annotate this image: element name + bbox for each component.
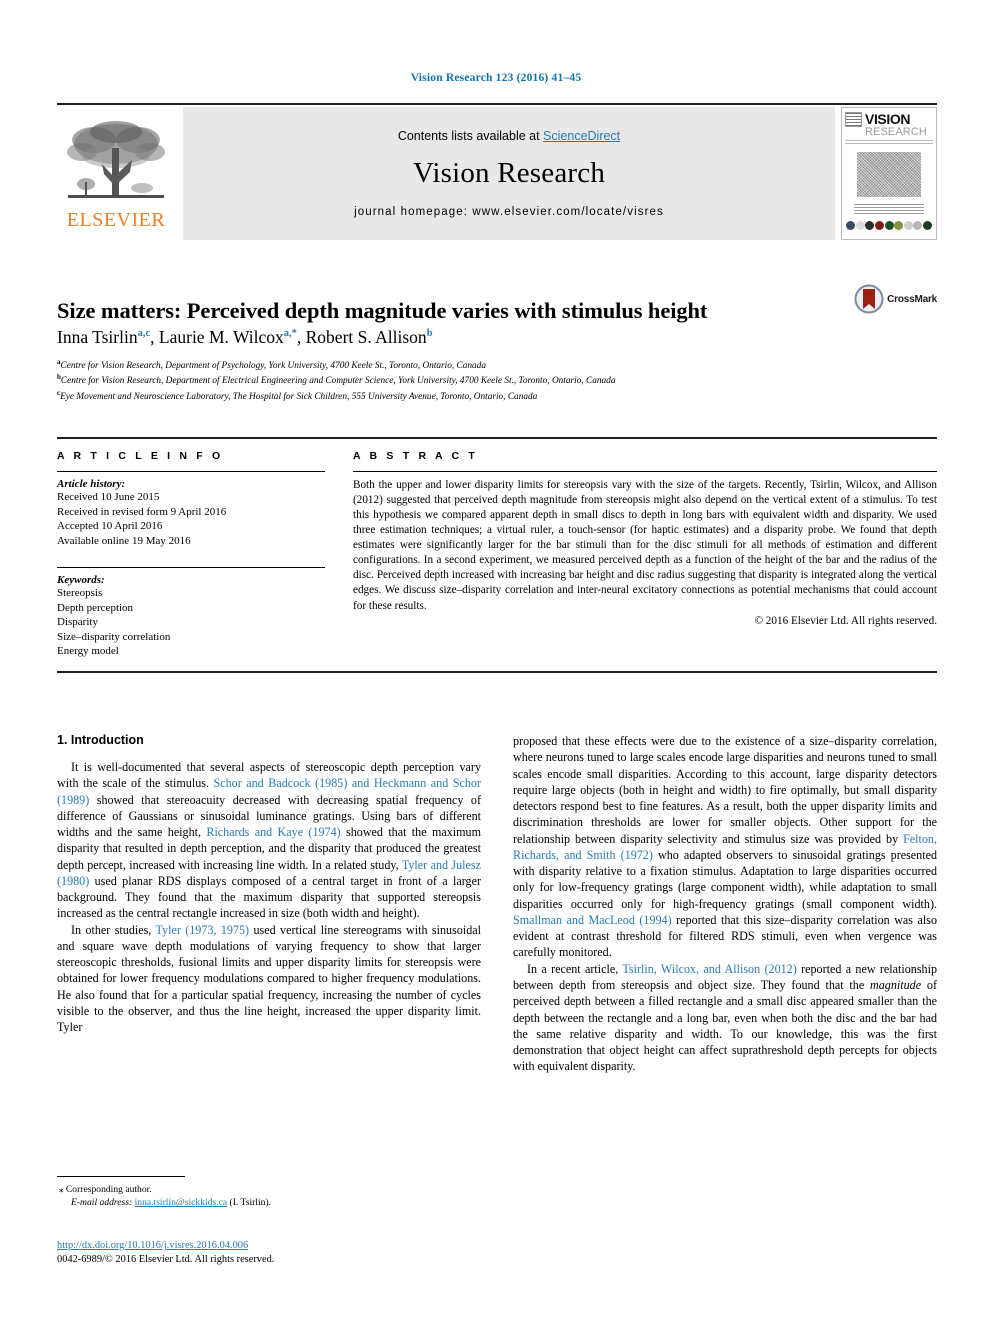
citation-link[interactable]: Smallman and MacLeod (1994) xyxy=(513,913,672,927)
elsevier-logo: ELSEVIER xyxy=(57,107,175,240)
abstract-heading: A B S T R A C T xyxy=(353,450,478,462)
journal-masthead: ELSEVIER Contents lists available at Sci… xyxy=(57,103,937,240)
paragraph: In other studies, Tyler (1973, 1975) use… xyxy=(57,922,481,1036)
paragraph: It is well-documented that several aspec… xyxy=(57,759,481,922)
article-history-label: Article history: xyxy=(57,478,126,490)
article-info-column: A R T I C L E I N F O Article history: R… xyxy=(57,450,353,659)
footnote-rule xyxy=(57,1176,185,1177)
cover-title-line2: RESEARCH xyxy=(865,126,927,138)
paragraph: proposed that these effects were due to … xyxy=(513,733,937,961)
history-item: Received in revised form 9 April 2016 xyxy=(57,505,227,518)
journal-cover-thumbnail: VISION RESEARCH xyxy=(841,107,937,240)
email-link[interactable]: inna.tsirlin@sickkids.ca xyxy=(135,1197,228,1208)
email-note: E-mail address: inna.tsirlin@sickkids.ca… xyxy=(71,1196,481,1209)
abstract-copyright: © 2016 Elsevier Ltd. All rights reserved… xyxy=(754,614,938,627)
email-label: E-mail address: xyxy=(71,1197,133,1209)
doi-block: http://dx.doi.org/10.1016/j.visres.2016.… xyxy=(57,1239,481,1267)
author-3-marks: b xyxy=(426,328,433,340)
text-run: In other studies, xyxy=(71,922,156,937)
article-page: Vision Research 123 (2016) 41–45 ELSEVIE… xyxy=(0,0,992,1323)
running-head: Vision Research 123 (2016) 41–45 xyxy=(410,72,582,84)
corresponding-author-note: ⁎ Corresponding author. xyxy=(59,1183,481,1196)
body-columns: 1. Introduction It is well-documented th… xyxy=(57,733,937,1075)
corresponding-author-mark: ⁎ xyxy=(59,1184,64,1194)
text-run: used vertical line stereograms with sinu… xyxy=(57,922,481,1035)
info-abstract-band: A R T I C L E I N F O Article history: R… xyxy=(57,437,937,673)
text-run: of perceived depth between a filled rect… xyxy=(513,977,937,1074)
cover-circle-row xyxy=(845,221,933,230)
crossmark-badge[interactable]: CrossMark xyxy=(854,284,937,314)
history-item: Received 10 June 2015 xyxy=(57,491,160,503)
keyword-item: Size–disparity correlation xyxy=(57,630,171,643)
divider xyxy=(353,471,937,472)
cover-noise-patch xyxy=(857,152,921,197)
section-heading-introduction: 1. Introduction xyxy=(57,733,144,747)
elsevier-wordmark: ELSEVIER xyxy=(66,208,166,231)
email-suffix: (I. Tsirlin). xyxy=(229,1197,272,1209)
abstract-column: A B S T R A C T Both the upper and lower… xyxy=(353,450,937,659)
keywords-label: Keywords: xyxy=(57,574,105,587)
body-column-right: proposed that these effects were due to … xyxy=(513,733,937,1075)
affiliation-list: aCentre for Vision Research, Department … xyxy=(57,358,937,404)
contents-available-line: Contents lists available at ScienceDirec… xyxy=(398,129,620,143)
journal-homepage[interactable]: journal homepage: www.elsevier.com/locat… xyxy=(354,206,664,218)
text-run: proposed that these effects were due to … xyxy=(513,734,937,846)
affiliation-b: bCentre for Vision Research, Department … xyxy=(57,373,616,387)
crossmark-icon xyxy=(854,284,884,314)
author-2-marks: a,* xyxy=(283,328,297,340)
affiliation-a: aCentre for Vision Research, Department … xyxy=(57,358,486,372)
text-run: In a recent article, xyxy=(527,961,623,976)
corresponding-author-text: Corresponding author. xyxy=(65,1184,152,1195)
history-item: Accepted 10 April 2016 xyxy=(57,520,163,533)
author-2: Laurie M. Wilcoxa,* xyxy=(158,327,297,347)
footnote-block: ⁎ Corresponding author. E-mail address: … xyxy=(57,1176,481,1210)
cover-subtitle-lines xyxy=(845,140,933,145)
keyword-item: Energy model xyxy=(57,645,119,658)
article-info-heading: A R T I C L E I N F O xyxy=(57,450,224,462)
history-item: Available online 19 May 2016 xyxy=(57,534,191,547)
author-3: Robert S. Allisonb xyxy=(305,327,433,347)
keyword-item: Disparity xyxy=(57,616,98,629)
body-column-left: 1. Introduction It is well-documented th… xyxy=(57,733,481,1075)
article-history-list: Received 10 June 2015 Received in revise… xyxy=(57,490,335,548)
abstract-text: Both the upper and lower disparity limit… xyxy=(353,479,937,612)
emphasis-text: magnitude xyxy=(870,977,922,992)
author-list: Inna Tsirlina,c, Laurie M. Wilcoxa,*, Ro… xyxy=(57,327,433,347)
keywords-list: Stereopsis Depth perception Disparity Si… xyxy=(57,586,335,659)
keyword-item: Stereopsis xyxy=(57,587,103,600)
affiliation-c: cEye Movement and Neuroscience Laborator… xyxy=(57,388,538,402)
paragraph: In a recent article, Tsirlin, Wilcox, an… xyxy=(513,961,937,1075)
citation-link[interactable]: Tyler (1973, 1975) xyxy=(156,923,250,937)
elsevier-tree-icon xyxy=(67,120,165,198)
citation-link[interactable]: Richards and Kaye (1974) xyxy=(206,825,340,839)
divider xyxy=(57,471,325,472)
author-1: Inna Tsirlina,c xyxy=(57,327,151,347)
cover-text-lines xyxy=(854,204,924,216)
text-run: used planar RDS displays composed of a c… xyxy=(57,873,481,921)
masthead-center: Contents lists available at ScienceDirec… xyxy=(183,107,835,240)
cover-title-line1: VISION xyxy=(865,111,911,127)
page-title: Size matters: Perceived depth magnitude … xyxy=(57,298,708,324)
sciencedirect-link[interactable]: ScienceDirect xyxy=(543,129,620,143)
contents-prefix: Contents lists available at xyxy=(397,129,544,143)
journal-title: Vision Research xyxy=(412,157,606,189)
divider xyxy=(57,567,325,569)
keyword-item: Depth perception xyxy=(57,601,134,614)
author-1-marks: a,c xyxy=(137,328,151,340)
doi-link[interactable]: http://dx.doi.org/10.1016/j.visres.2016.… xyxy=(57,1240,248,1251)
citation-link[interactable]: Tsirlin, Wilcox, and Allison (2012) xyxy=(622,962,796,976)
cover-publisher-mark-icon xyxy=(845,112,862,127)
crossmark-label: CrossMark xyxy=(887,293,937,305)
issn-copyright-line: 0042-6989/© 2016 Elsevier Ltd. All right… xyxy=(57,1254,275,1266)
